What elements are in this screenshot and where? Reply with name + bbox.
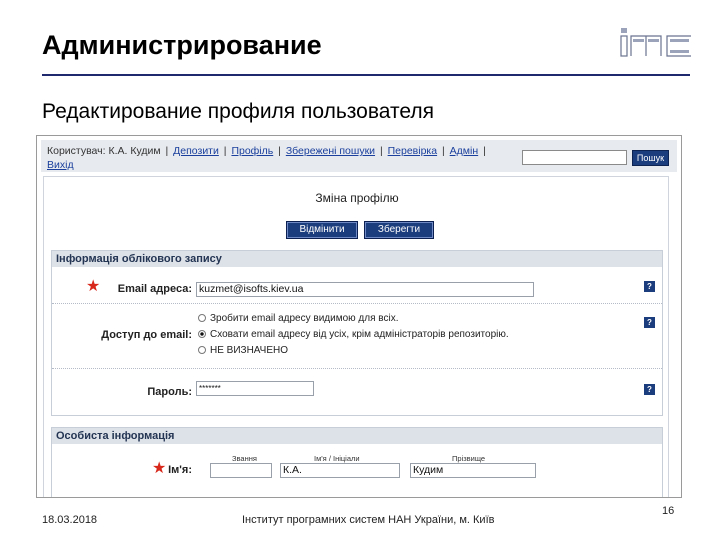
radio-button[interactable] (198, 330, 206, 338)
help-icon[interactable]: ? (644, 317, 655, 328)
imc-logo-icon (620, 28, 691, 57)
nav-separator: | (278, 145, 281, 157)
form-heading: Зміна профілю (315, 191, 399, 205)
email-option-undefined[interactable]: НЕ ВИЗНАЧЕНО (198, 345, 288, 357)
initials-field[interactable]: К.А. (280, 463, 400, 478)
page-number: 16 (662, 505, 675, 517)
help-icon[interactable]: ? (644, 384, 655, 395)
footer-organization: Інститут програмних систем НАН України, … (242, 514, 495, 526)
col-label-title: Звання (232, 454, 257, 463)
section-title: Особиста інформація (52, 428, 662, 444)
nav-link-review[interactable]: Перевірка (388, 145, 437, 157)
nav-link-deposits[interactable]: Депозити (173, 145, 219, 157)
email-row: ★ Email адреса: kuzmet@isofts.kiev.ua ? (52, 267, 662, 304)
email-access-row: Доступ до email: Зробити email адресу ви… (52, 305, 662, 369)
screenshot-frame: Користувач: К.А. Кудим | Депозити | Проф… (36, 135, 682, 498)
option-label: Зробити email адресу видимою для всіх. (210, 313, 399, 324)
search-button[interactable]: Пошук (632, 150, 669, 166)
personal-info-section: Особиста інформація Звання Ім'я / Ініціа… (51, 427, 663, 497)
password-label: Пароль: (147, 386, 192, 398)
nav-link-saved-searches[interactable]: Збережені пошуки (286, 145, 375, 157)
col-label-surname: Прізвище (452, 454, 486, 463)
email-option-visible[interactable]: Зробити email адресу видимою для всіх. (198, 313, 399, 325)
nav-separator: | (223, 145, 227, 157)
account-info-section: Інформація облікового запису ★ Email адр… (51, 250, 663, 416)
option-label: Сховати email адресу від усіх, крім адмі… (210, 329, 509, 340)
search-input[interactable] (522, 150, 627, 165)
email-label: Email адреса: (117, 283, 192, 295)
nav-link-exit[interactable]: Вихід (47, 159, 74, 171)
user-nav: Користувач: К.А. Кудим | Депозити | Проф… (47, 144, 517, 172)
surname-field[interactable]: Кудим (410, 463, 536, 478)
save-button[interactable]: Зберегти (364, 221, 434, 239)
email-field[interactable]: kuzmet@isofts.kiev.ua (196, 282, 534, 297)
nav-link-admin[interactable]: Адмін (450, 145, 478, 157)
nav-separator: | (165, 145, 169, 157)
name-label: Ім'я: (168, 464, 192, 476)
nav-link-profile[interactable]: Профіль (231, 145, 273, 157)
col-label-initials: Ім'я / Ініціали (314, 454, 360, 463)
cancel-button[interactable]: Відмінити (286, 221, 358, 239)
radio-button[interactable] (198, 346, 206, 354)
nav-separator: | (442, 145, 445, 157)
profile-form: Зміна профілю Відмінити Зберегти Інформа… (43, 176, 669, 497)
slide-title: Администрирование (42, 30, 322, 60)
required-star-icon: ★ (152, 460, 167, 477)
user-toolbar: Користувач: К.А. Кудим | Депозити | Проф… (41, 140, 677, 172)
user-prefix: Користувач: К.А. Кудим (47, 145, 161, 157)
password-field[interactable]: ******* (196, 381, 314, 396)
email-access-label: Доступ до email: (101, 329, 192, 341)
section-title: Інформація облікового запису (52, 251, 662, 267)
option-label: НЕ ВИЗНАЧЕНО (210, 345, 289, 356)
nav-separator: | (379, 145, 383, 157)
email-option-hidden[interactable]: Сховати email адресу від усіх, крім адмі… (198, 329, 509, 341)
title-field[interactable] (210, 463, 272, 478)
title-divider (42, 74, 690, 76)
password-row: Пароль: ******* ? (52, 370, 662, 410)
required-star-icon: ★ (86, 278, 101, 295)
nav-separator: | (483, 145, 486, 157)
help-icon[interactable]: ? (644, 281, 655, 292)
radio-button[interactable] (198, 314, 206, 322)
footer-date: 18.03.2018 (42, 514, 98, 526)
slide-subtitle: Редактирование профиля пользователя (42, 100, 434, 123)
